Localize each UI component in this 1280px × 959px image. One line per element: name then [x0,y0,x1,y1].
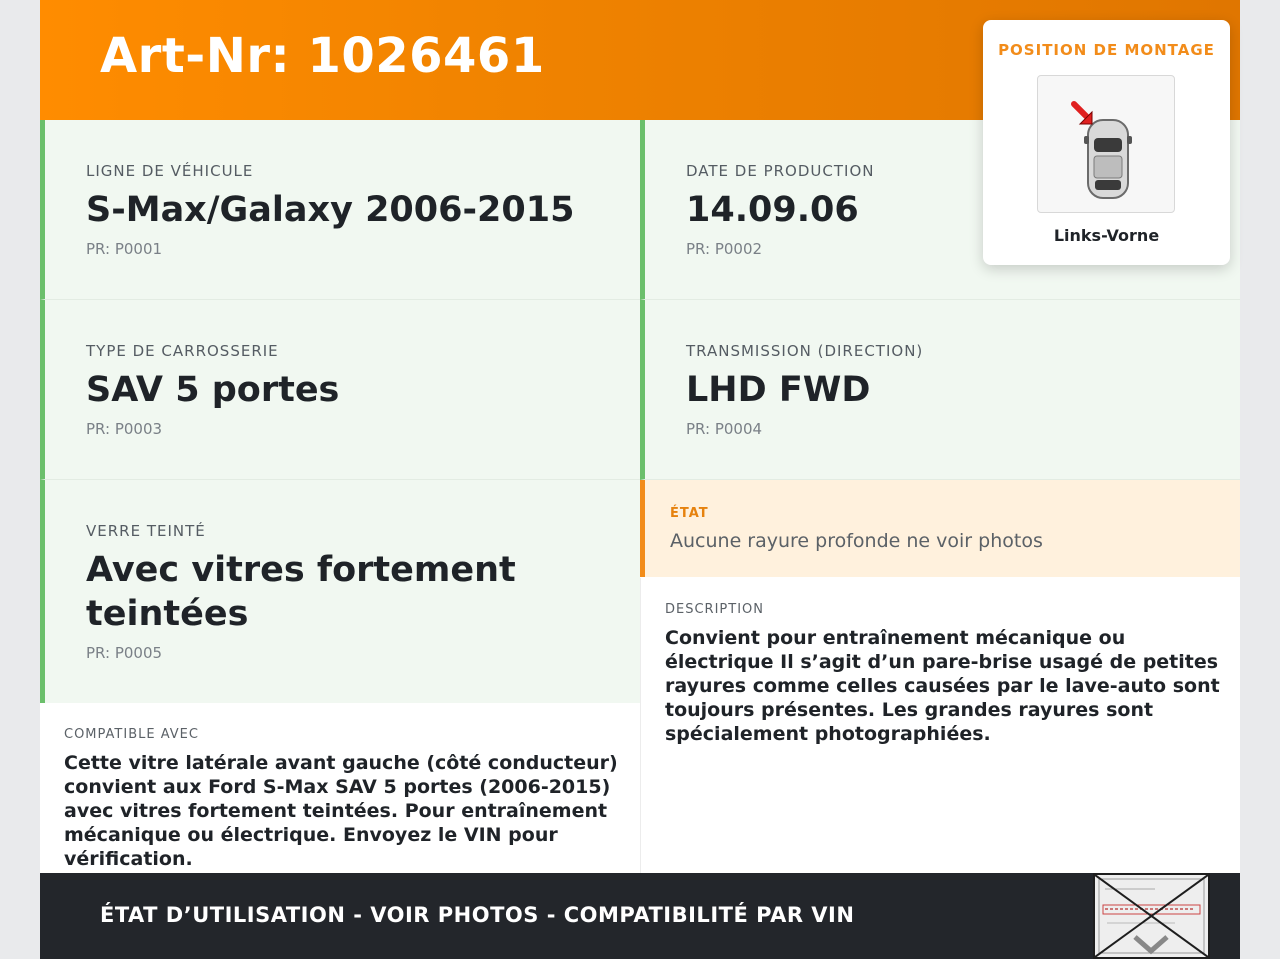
compatibility-panel: COMPATIBLE AVEC Cette vitre latérale ava… [40,703,640,873]
field-body-type: TYPE DE CARROSSERIE SAV 5 portes PR: P00… [40,300,640,480]
field-label: LIGNE DE VÉHICULE [86,162,254,180]
article-number-title: Art-Nr: 1026461 [100,28,545,84]
field-label: TYPE DE CARROSSERIE [86,342,279,360]
field-value: 14.09.06 [686,190,859,230]
field-transmission: TRANSMISSION (DIRECTION) LHD FWD PR: P00… [640,300,1240,480]
footer-bar: ÉTAT D’UTILISATION - VOIR PHOTOS - COMPA… [40,873,1240,959]
field-label: VERRE TEINTÉ [86,522,206,540]
field-pr-code: PR: P0004 [686,420,763,438]
field-label: TRANSMISSION (DIRECTION) [686,342,924,360]
field-pr-code: PR: P0003 [86,420,163,438]
glass-label-stamp-icon [1093,873,1210,959]
field-label: DATE DE PRODUCTION [686,162,875,180]
field-pr-code: PR: P0005 [86,644,163,662]
field-value: SAV 5 portes [86,370,340,410]
mounting-position-card: POSITION DE MONTAGE Links-Vorne [983,20,1230,265]
field-pr-code: PR: P0002 [686,240,763,258]
condition-label: ÉTAT [670,506,709,521]
mounting-position-value: Links-Vorne [1053,226,1160,245]
description-label: DESCRIPTION [665,602,764,617]
car-top-view-icon [1071,101,1132,199]
description-text: Convient pour entraînement mécanique ou … [665,627,1220,745]
condition-panel: ÉTAT Aucune rayure profonde ne voir phot… [640,480,1240,577]
description-panel: DESCRIPTION Convient pour entraînement m… [640,578,1240,873]
compatibility-label: COMPATIBLE AVEC [64,727,199,742]
mounting-image-frame [1037,75,1175,213]
compatibility-text: Cette vitre latérale avant gauche (côté … [64,752,618,870]
field-tinted-glass: VERRE TEINTÉ Avec vitres fortement teint… [40,480,640,704]
condition-text: Aucune rayure profonde ne voir photos [670,530,1043,552]
field-vehicle-line: LIGNE DE VÉHICULE S-Max/Galaxy 2006-2015… [40,120,640,300]
field-value: S-Max/Galaxy 2006-2015 [86,190,575,230]
footer-text: ÉTAT D’UTILISATION - VOIR PHOTOS - COMPA… [100,903,855,927]
field-value: Avec vitres fortement teintées [86,550,516,634]
field-pr-code: PR: P0001 [86,240,163,258]
field-value: LHD FWD [686,370,871,410]
mounting-position-title: POSITION DE MONTAGE [998,41,1215,59]
